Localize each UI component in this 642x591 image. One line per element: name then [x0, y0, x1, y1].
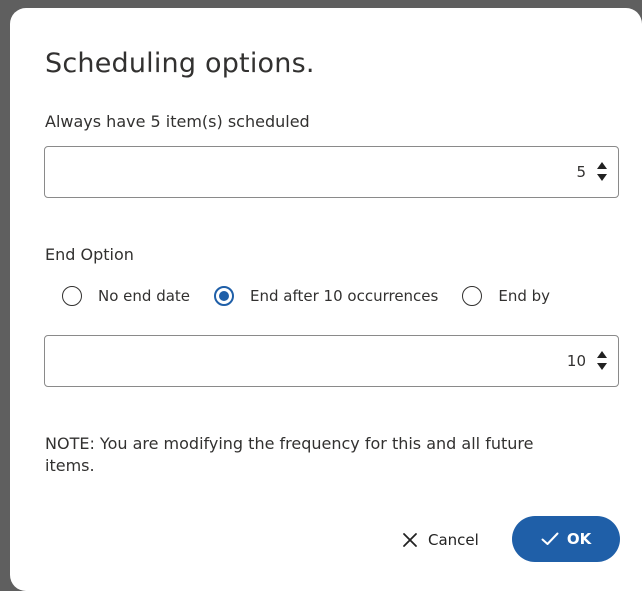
radio-icon[interactable] — [214, 286, 235, 306]
stepper-arrows[interactable] — [596, 349, 608, 373]
always-scheduled-label: Always have 5 item(s) scheduled — [45, 112, 310, 131]
scheduled-count-value[interactable]: 5 — [576, 147, 586, 197]
close-icon — [403, 533, 417, 547]
radio-icon[interactable] — [62, 286, 82, 306]
end-option-radio-group: No end date End after 10 occurrences End… — [62, 284, 550, 308]
stepper-arrows[interactable] — [596, 160, 608, 184]
spin-down-icon[interactable] — [597, 363, 607, 370]
spin-up-icon[interactable] — [597, 351, 607, 358]
radio-end-after-occurrences[interactable]: End after 10 occurrences — [214, 286, 438, 306]
ok-label: OK — [566, 530, 592, 548]
radio-label: End by — [498, 287, 551, 305]
occurrences-value[interactable]: 10 — [567, 336, 586, 386]
scheduling-dialog: Scheduling options. Always have 5 item(s… — [10, 8, 642, 591]
dialog-title: Scheduling options. — [45, 48, 315, 79]
frequency-note: NOTE: You are modifying the frequency fo… — [45, 434, 534, 475]
spin-down-icon[interactable] — [597, 174, 607, 181]
radio-end-by[interactable]: End by — [462, 286, 550, 306]
radio-icon[interactable] — [462, 286, 483, 306]
cancel-button[interactable]: Cancel — [402, 520, 479, 560]
cancel-label: Cancel — [428, 531, 479, 549]
radio-label: End after 10 occurrences — [250, 287, 439, 305]
ok-button[interactable]: OK — [512, 516, 620, 562]
radio-label: No end date — [98, 287, 191, 305]
spin-up-icon[interactable] — [597, 162, 607, 169]
end-option-label: End Option — [45, 245, 134, 264]
occurrences-stepper[interactable]: 10 — [44, 335, 619, 387]
radio-no-end-date[interactable]: No end date — [62, 286, 190, 306]
check-icon — [541, 532, 559, 545]
scheduled-count-stepper[interactable]: 5 — [44, 146, 619, 198]
